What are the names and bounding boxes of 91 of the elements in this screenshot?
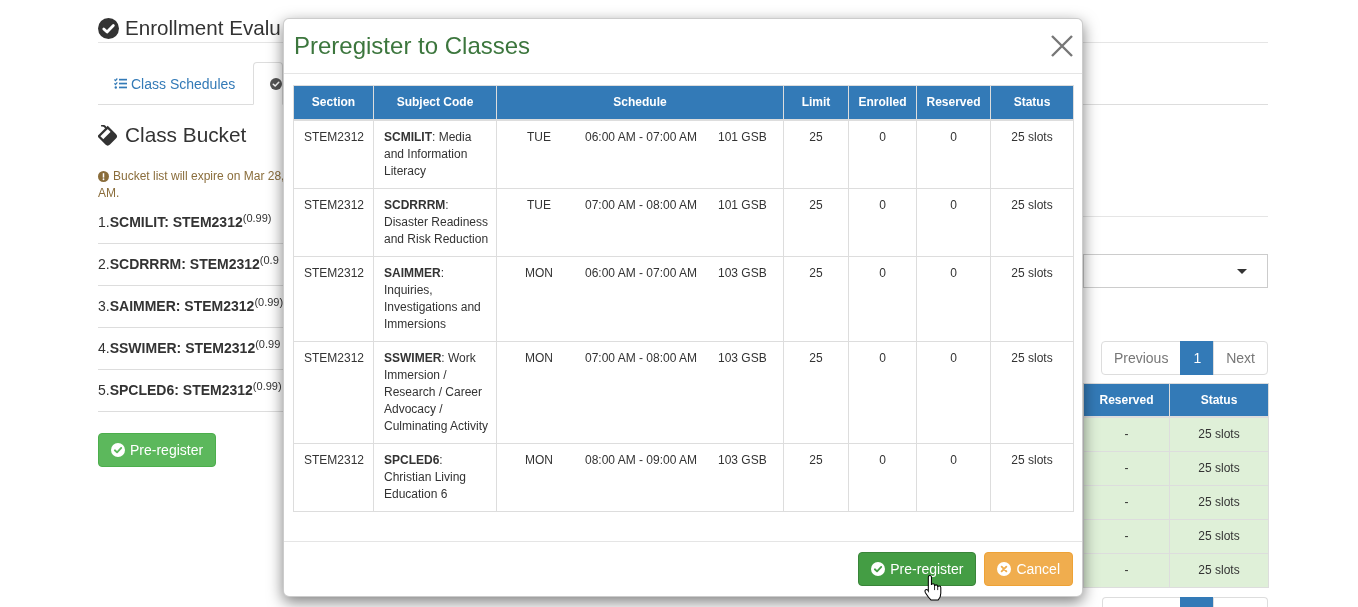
schedule-room: 103 GSB (718, 265, 767, 282)
table-cell: 0 (916, 120, 991, 189)
table-cell: STEM2312 (293, 256, 374, 342)
column-header: Schedule (496, 85, 784, 120)
table-cell: 25 slots (1169, 553, 1269, 588)
schedule-time: 06:00 AM - 07:00 AM (585, 129, 698, 146)
table-cell: 25 (783, 443, 849, 512)
table-cell: 0 (848, 188, 917, 257)
section-heading: Class Bucket (125, 122, 247, 148)
table-cell: 25 slots (1169, 485, 1269, 520)
table-cell: 0 (916, 443, 991, 512)
page-button[interactable]: 1 (1180, 341, 1215, 375)
schedule-day: TUE (527, 129, 551, 146)
table-cell: - (1083, 485, 1170, 520)
column-header: Enrolled (848, 85, 917, 120)
paint-bucket-icon (98, 124, 118, 146)
pre-register-button[interactable]: Pre-register (858, 552, 977, 586)
schedule-day: MON (525, 452, 553, 469)
table-cell: 25 slots (1169, 451, 1269, 486)
column-header: Limit (783, 85, 849, 120)
schedule-day: MON (525, 350, 553, 367)
table-cell: 25 slots (990, 341, 1074, 444)
bucket-item: 5.SPCLED6: STEM2312$^{(0.99)}$ (98, 380, 282, 400)
caret-icon (1237, 268, 1247, 274)
table-cell: 25 (783, 341, 849, 444)
table-cell: 25 slots (990, 188, 1074, 257)
table-cell: 25 (783, 188, 849, 257)
table-cell: - (1083, 553, 1170, 588)
table-cell: - (1083, 451, 1170, 486)
table-cell: 25 slots (1169, 417, 1269, 452)
select-field[interactable] (1083, 254, 1268, 288)
table-cell: SCDRRRM: Disaster Readiness and Risk Reduction (373, 188, 497, 257)
table-cell: 25 slots (990, 120, 1074, 189)
table-cell: STEM2312 (293, 120, 374, 189)
schedule-time: 06:00 AM - 07:00 AM (585, 265, 698, 282)
table-cell: 0 (848, 443, 917, 512)
times-circle-icon (997, 562, 1012, 576)
table-cell: 0 (848, 256, 917, 342)
bucket-item: 3.SAIMMER: STEM2312$^{(0.99)}$ (98, 296, 284, 316)
table-cell: SSWIMER: Work Immersion / Research / Career Advocacy / Culminating Activity (373, 341, 497, 444)
table-cell: 0 (916, 256, 991, 342)
schedule-time: 07:00 AM - 08:00 AM (585, 350, 698, 367)
column-header: Status (990, 85, 1074, 120)
table-cell: 25 slots (1169, 519, 1269, 554)
schedule-day: MON (525, 265, 553, 282)
table-cell: STEM2312 (293, 188, 374, 257)
schedule-time: 08:00 AM - 09:00 AM (585, 452, 698, 469)
table-cell: 25 (783, 256, 849, 342)
close-button[interactable] (1051, 35, 1073, 57)
table-cell: 25 slots (990, 256, 1074, 342)
table-cell: 0 (848, 341, 917, 444)
table-cell: STEM2312 (293, 443, 374, 512)
column-header: Status (1169, 383, 1269, 417)
notice-text: AM. (98, 186, 120, 200)
column-header: Subject Code (373, 85, 497, 120)
exclamation-circle-icon (98, 171, 109, 182)
check-circle-icon (111, 443, 125, 457)
schedule-room: 103 GSB (718, 350, 767, 367)
table-cell: 25 slots (990, 443, 1074, 512)
table-cell: SAIMMER: Inquiries, Investigations and Immersions (373, 256, 497, 342)
notice-text: Bucket list will expire on Mar 28, (113, 168, 285, 185)
tab[interactable]: Class Schedules (98, 62, 252, 105)
checklist-icon (114, 78, 127, 89)
tab[interactable] (253, 62, 284, 105)
column-header: Reserved (1083, 383, 1170, 417)
pre-register-button[interactable]: Pre-register (98, 433, 217, 467)
table-cell: SPCLED6: Christian Living Education 6 (373, 443, 497, 512)
table-cell: 25 (783, 120, 849, 189)
page-title: Enrollment Evalu (125, 15, 281, 41)
column-header: Reserved (916, 85, 991, 120)
table-cell: 0 (848, 120, 917, 189)
schedule-room: 101 GSB (718, 197, 767, 214)
bucket-item: 1.SCMILIT: STEM2312$^{(0.99)}$ (98, 212, 272, 232)
table-cell: 0 (916, 341, 991, 444)
close-icon (1051, 35, 1073, 57)
schedule-room: 101 GSB (718, 129, 767, 146)
table-cell: - (1083, 417, 1170, 452)
modal-title: Preregister to Classes (294, 33, 531, 59)
schedule-room: 103 GSB (718, 452, 767, 469)
table-cell: SCMILIT: Media and Information Literacy (373, 120, 497, 189)
check-circle-icon (871, 562, 886, 576)
bucket-item: 4.SSWIMER: STEM2312$^{(0.99}$ (98, 338, 281, 358)
table-cell: 0 (916, 188, 991, 257)
table-cell: STEM2312 (293, 341, 374, 444)
bucket-item: 2.SCDRRRM: STEM2312$^{(0.9}$ (98, 254, 279, 274)
page-button[interactable] (1180, 597, 1214, 607)
schedule-time: 07:00 AM - 08:00 AM (585, 197, 698, 214)
column-header: Section (293, 85, 374, 120)
check-circle-icon (98, 17, 119, 39)
schedule-day: TUE (527, 197, 551, 214)
table-cell: - (1083, 519, 1170, 554)
